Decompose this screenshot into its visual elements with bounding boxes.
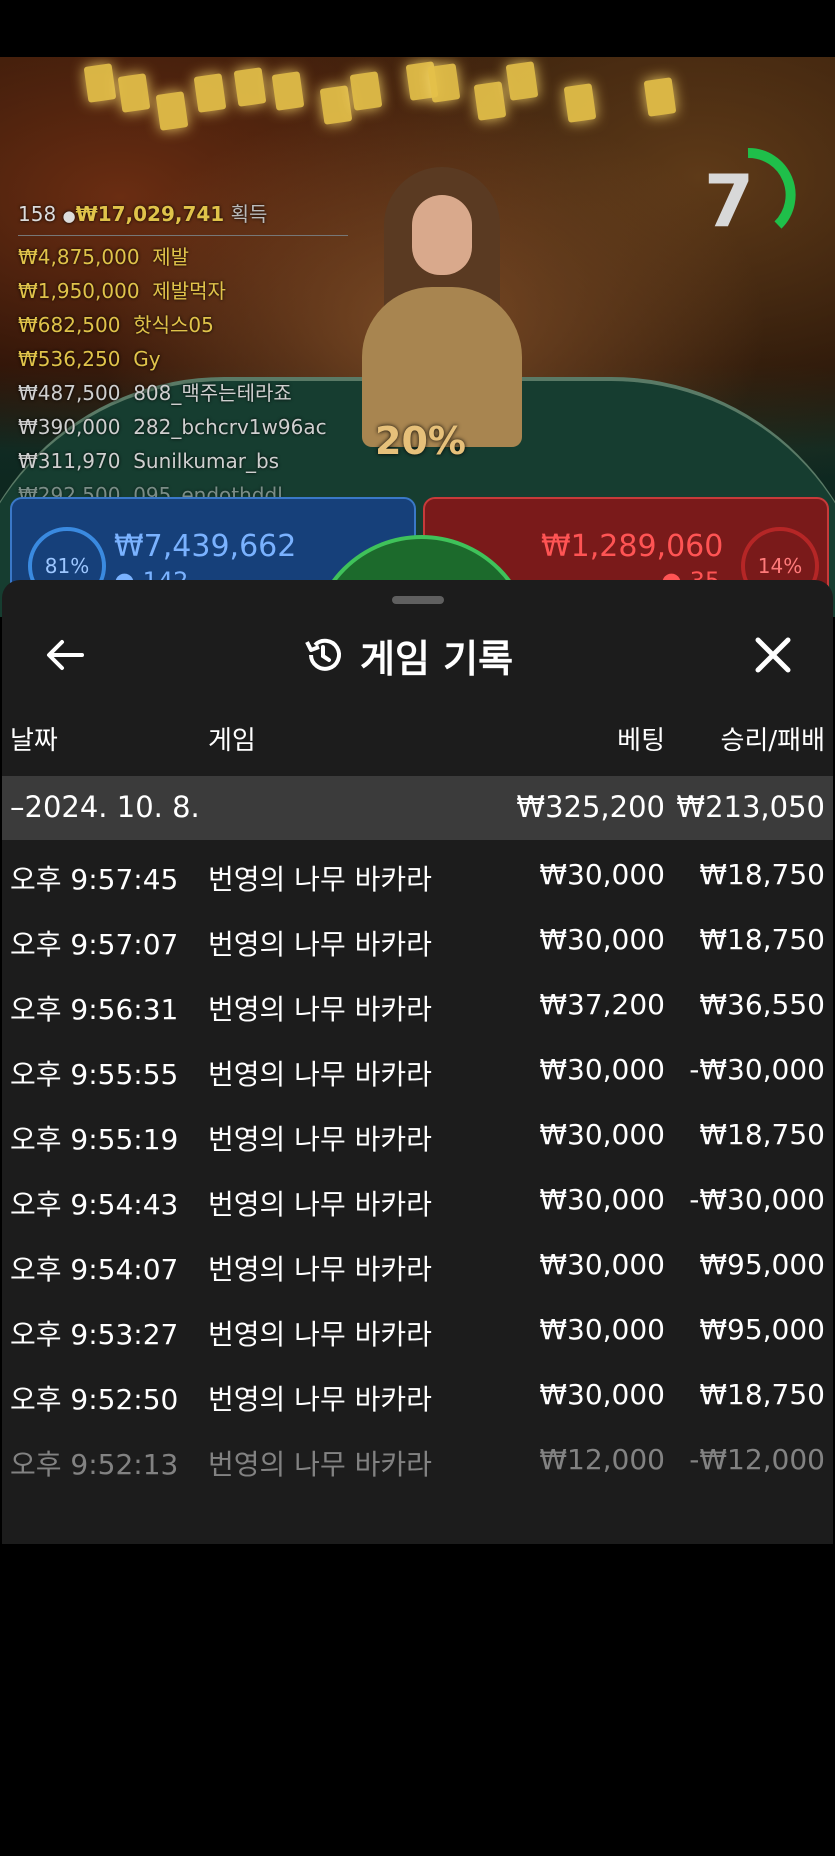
date-group-bet: ₩325,200 (516, 790, 665, 824)
sheet-title: 게임 기록 (302, 630, 513, 681)
winner-row: ₩311,970 Sunilkumar_bs (18, 449, 280, 473)
lantern-decoration (473, 81, 507, 121)
user-icon: ● (62, 207, 76, 225)
table-row[interactable]: 오후 9:55:55 번영의 나무 바카라 ₩30,000 -₩30,000 (2, 1039, 833, 1104)
winner-row: ₩682,500 핫식스05 (18, 313, 214, 337)
lantern-decoration (155, 91, 189, 131)
column-date[interactable]: 날짜 (10, 720, 58, 757)
winner-row: ₩487,500 808_맥주는테라죠 (18, 381, 292, 405)
date-group-result: ₩213,050 (676, 790, 825, 824)
table-header: 날짜 게임 베팅 승리/패배 (2, 710, 833, 760)
sheet-drag-handle[interactable] (392, 596, 444, 604)
table-row[interactable]: 오후 9:55:19 번영의 나무 바카라 ₩30,000 ₩18,750 (2, 1104, 833, 1169)
winner-row: ₩1,950,000 제발먹자 (18, 279, 226, 303)
table-row[interactable]: 오후 9:57:45 번영의 나무 바카라 ₩30,000 ₩18,750 (2, 844, 833, 909)
winners-header: 158 ●₩17,029,741 획득 (18, 197, 348, 236)
table-row[interactable]: 오후 9:53:27 번영의 나무 바카라 ₩30,000 ₩95,000 (2, 1299, 833, 1364)
table-row[interactable]: 오후 9:57:07 번영의 나무 바카라 ₩30,000 ₩18,750 (2, 909, 833, 974)
winners-board: 158 ●₩17,029,741 획득 ₩4,875,000 제발 ₩1,950… (18, 197, 348, 512)
table-row[interactable]: 오후 9:52:50 번영의 나무 바카라 ₩30,000 ₩18,750 (2, 1364, 833, 1429)
payout-banner: 20% (375, 419, 466, 463)
banker-amount: ₩1,289,060 (541, 529, 724, 564)
date-group-label: –2024. 10. 8. (10, 790, 200, 824)
lantern-decoration (427, 63, 461, 103)
table-row[interactable]: 오후 9:54:07 번영의 나무 바카라 ₩30,000 ₩95,000 (2, 1234, 833, 1299)
top-bar (0, 0, 835, 57)
lantern-decoration (643, 77, 677, 117)
table-row[interactable]: 오후 9:56:31 번영의 나무 바카라 ₩37,200 ₩36,550 (2, 974, 833, 1039)
arrow-left-icon[interactable] (42, 632, 88, 678)
close-icon[interactable] (750, 632, 796, 678)
lantern-decoration (319, 85, 353, 125)
lantern-decoration (271, 71, 305, 111)
lantern-decoration (83, 63, 117, 103)
history-clock-icon (305, 638, 341, 671)
lantern-decoration (233, 67, 267, 107)
winner-row: ₩390,000 282_bchcrv1w96ac (18, 415, 327, 439)
winner-row: ₩536,250 Gy (18, 347, 161, 371)
lantern-decoration (563, 83, 597, 123)
lantern-decoration (505, 61, 539, 101)
table-row[interactable]: 오후 9:52:13 번영의 나무 바카라 ₩12,000 -₩12,000 (2, 1429, 833, 1494)
dealer (362, 167, 522, 447)
lantern-decoration (193, 73, 227, 113)
lantern-decoration (117, 73, 151, 113)
table-row[interactable]: 오후 9:54:43 번영의 나무 바카라 ₩30,000 -₩30,000 (2, 1169, 833, 1234)
player-amount: ₩7,439,662 (114, 529, 297, 564)
round-timer: 7 (700, 147, 796, 243)
sheet-header: 게임 기록 (2, 620, 833, 690)
game-history-sheet: 게임 기록 날짜 게임 베팅 승리/패배 –2024. 10. 8. ₩325,… (2, 580, 833, 1544)
date-group-row[interactable]: –2024. 10. 8. ₩325,200 ₩213,050 (2, 776, 833, 840)
column-bet[interactable]: 베팅 (617, 720, 665, 757)
lantern-decoration (349, 71, 383, 111)
history-list: 오후 9:57:45 번영의 나무 바카라 ₩30,000 ₩18,750 오후 9:… (2, 844, 833, 1494)
column-result[interactable]: 승리/패배 (721, 720, 825, 757)
winner-row: ₩4,875,000 제발 (18, 245, 190, 269)
column-game[interactable]: 게임 (208, 720, 256, 757)
